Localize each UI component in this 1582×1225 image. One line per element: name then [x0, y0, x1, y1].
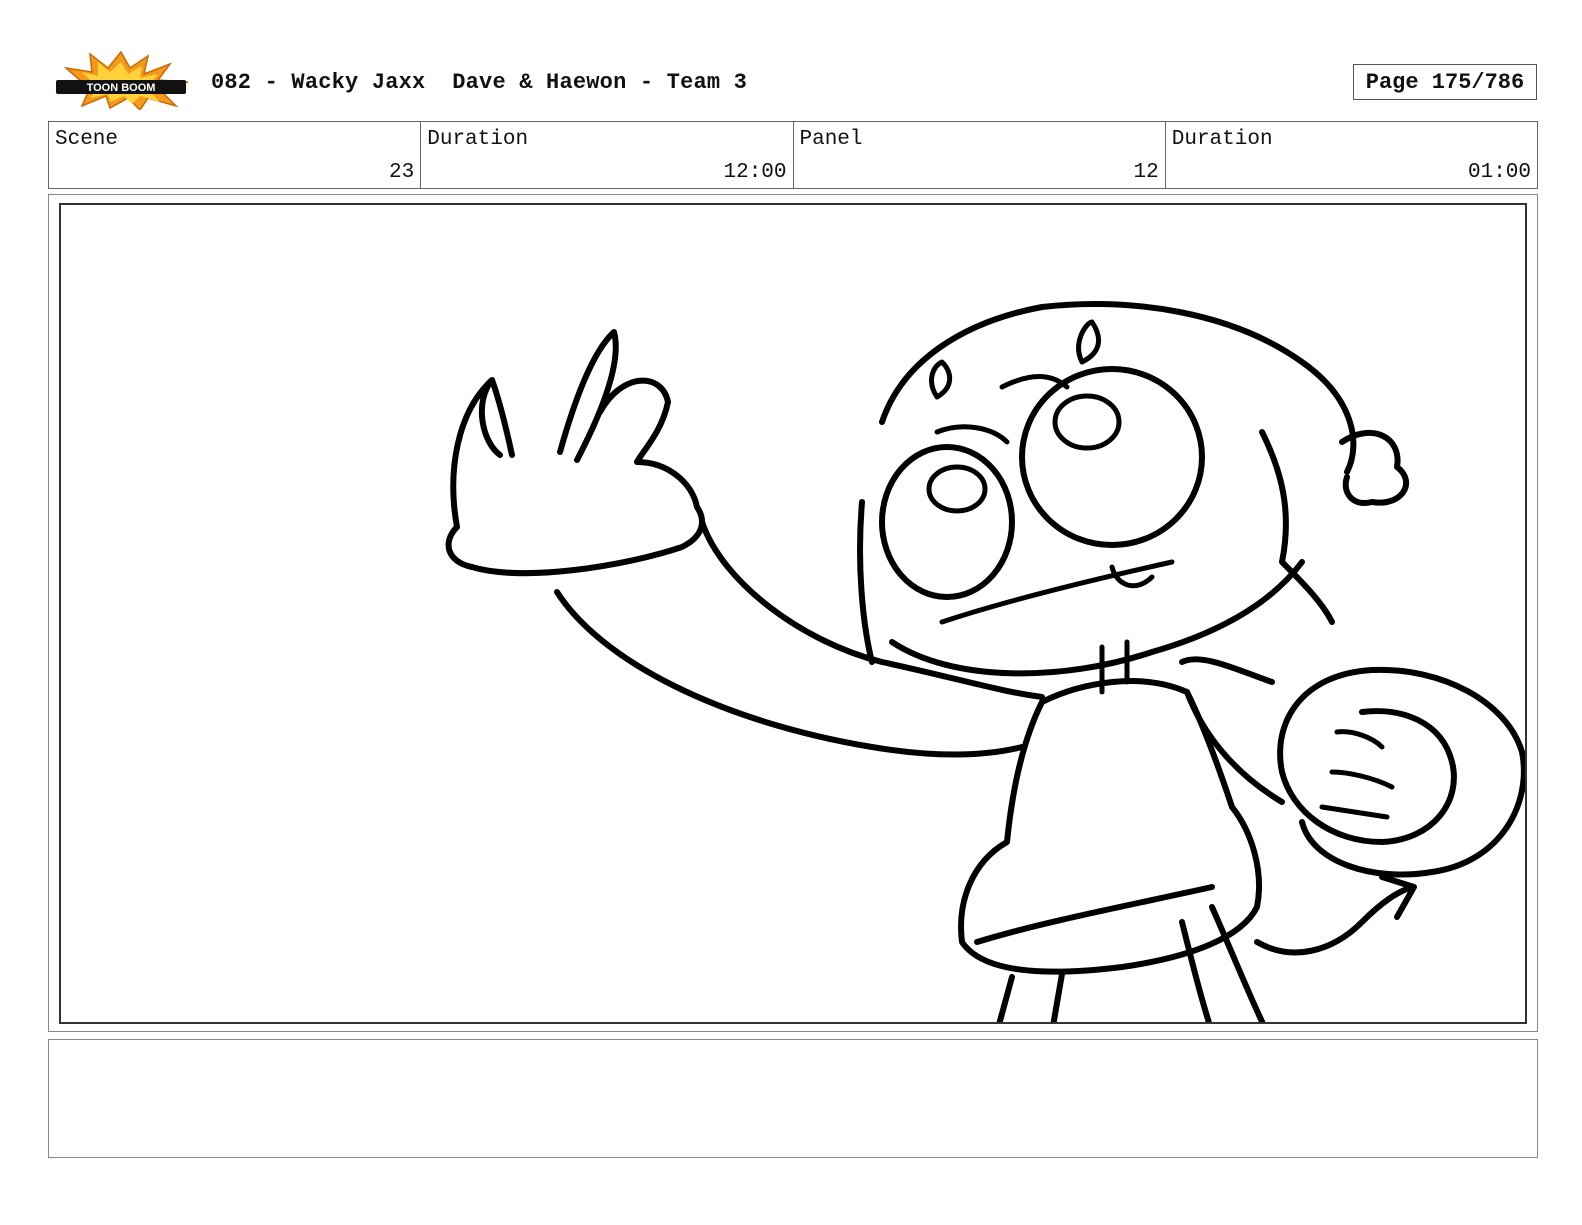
panel-duration-value: 01:00	[1467, 161, 1531, 184]
panel-duration-label: Duration	[1171, 128, 1273, 151]
scene-cell: Scene 23	[49, 122, 422, 188]
scene-duration-cell: Duration 12:00	[421, 122, 794, 188]
panel-frame	[59, 203, 1527, 1024]
panel-value: 12	[1133, 161, 1159, 184]
page-indicator: Page 175/786	[1353, 64, 1537, 100]
toon-boom-logo: TOON BOOM	[52, 50, 190, 112]
document-title: 082 - Wacky Jaxx Dave & Haewon - Team 3	[211, 70, 748, 95]
scene-label: Scene	[55, 128, 119, 151]
panel-label: Panel	[799, 128, 863, 151]
panel-duration-cell: Duration 01:00	[1166, 122, 1537, 188]
scene-value: 23	[389, 161, 415, 184]
sketch-eye-left-pupil	[926, 464, 988, 514]
sketch-fist	[1179, 656, 1525, 878]
sketch-body	[958, 678, 1262, 975]
sketch-fist-fingers	[1319, 729, 1395, 820]
sketch-eye-right-pupil	[1052, 393, 1122, 451]
sketch-hand	[445, 329, 705, 577]
sketch-ear	[1259, 429, 1410, 625]
sketch-arm	[554, 519, 1045, 758]
storyboard-sketch	[445, 301, 1525, 1022]
scene-duration-value: 12:00	[723, 161, 787, 184]
sketch-tail	[1254, 874, 1417, 956]
scene-duration-label: Duration	[427, 128, 529, 151]
sketch-eye-right	[1019, 366, 1205, 548]
panel-cell: Panel 12	[794, 122, 1166, 188]
logo-text: TOON BOOM	[87, 82, 156, 94]
scene-info-table: Scene 23 Duration 12:00 Panel 12 Duratio…	[48, 121, 1538, 189]
panel-notes	[48, 1039, 1538, 1158]
